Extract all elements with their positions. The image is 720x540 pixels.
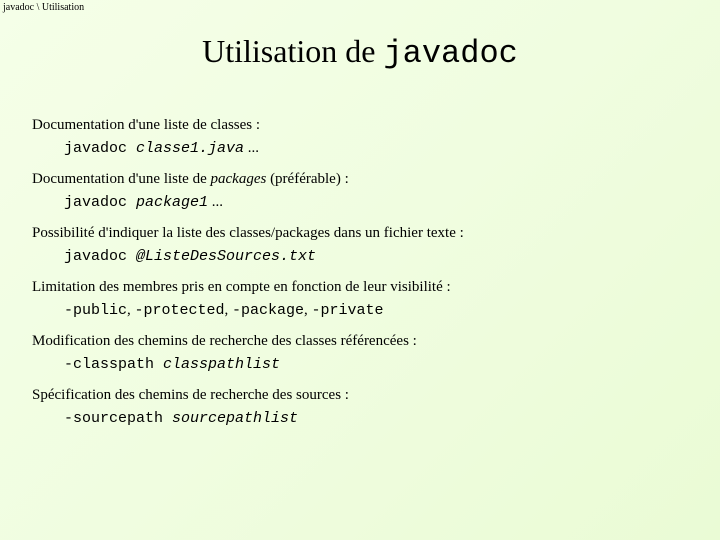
- desc-text: Modification des chemins de recherche de…: [32, 333, 417, 349]
- section-desc: Limitation des membres pris en compte en…: [32, 279, 688, 296]
- desc-post: (préférable) :: [266, 171, 348, 187]
- page-title: Utilisation de javadoc: [0, 33, 720, 72]
- section-cmd: -classpath classpathlist: [64, 356, 688, 373]
- cmd-arg: classe1.java: [136, 140, 244, 157]
- cmd-text: javadoc: [64, 140, 136, 157]
- section-desc: Spécification des chemins de recherche d…: [32, 387, 688, 404]
- cmd-sep: ,: [225, 302, 233, 318]
- content-body: Documentation d'une liste de classes : j…: [0, 117, 720, 427]
- title-prefix: Utilisation de: [202, 33, 383, 69]
- section-cmd: javadoc @ListeDesSources.txt: [64, 248, 688, 265]
- section-cmd: -public, -protected, -package, -private: [64, 302, 688, 319]
- cmd-text: -classpath: [64, 356, 163, 373]
- cmd-text: javadoc: [64, 194, 136, 211]
- breadcrumb: javadoc \ Utilisation: [0, 0, 720, 15]
- cmd-sep: ,: [304, 302, 312, 318]
- section-desc: Modification des chemins de recherche de…: [32, 333, 688, 350]
- section-cmd: javadoc classe1.java ...: [64, 140, 688, 157]
- cmd-arg: package1: [136, 194, 208, 211]
- section-cmd: -sourcepath sourcepathlist: [64, 410, 688, 427]
- cmd-text: javadoc: [64, 248, 136, 265]
- cmd-arg: sourcepathlist: [172, 410, 298, 427]
- section-desc: Possibilité d'indiquer la liste des clas…: [32, 225, 688, 242]
- cmd-opt: -public: [64, 302, 127, 319]
- cmd-arg: @ListeDesSources.txt: [136, 248, 316, 265]
- desc-text: Limitation des membres pris en compte en…: [32, 279, 451, 295]
- section-cmd: javadoc package1 ...: [64, 194, 688, 211]
- cmd-opt: -package: [232, 302, 304, 319]
- section-desc: Documentation d'une liste de classes :: [32, 117, 688, 134]
- cmd-arg: classpathlist: [163, 356, 280, 373]
- desc-em: packages: [211, 171, 267, 187]
- section-desc: Documentation d'une liste de packages (p…: [32, 171, 688, 188]
- cmd-text: -sourcepath: [64, 410, 172, 427]
- title-mono: javadoc: [383, 35, 517, 72]
- desc-text: Spécification des chemins de recherche d…: [32, 387, 349, 403]
- desc-text: Possibilité d'indiquer la liste des clas…: [32, 225, 464, 241]
- cmd-sep: ,: [127, 302, 135, 318]
- desc-text: Documentation d'une liste de classes :: [32, 117, 260, 133]
- cmd-tail: ...: [208, 194, 223, 210]
- desc-text: Documentation d'une liste de: [32, 171, 211, 187]
- cmd-tail: ...: [244, 140, 259, 156]
- cmd-opt: -private: [312, 302, 384, 319]
- cmd-opt: -protected: [135, 302, 225, 319]
